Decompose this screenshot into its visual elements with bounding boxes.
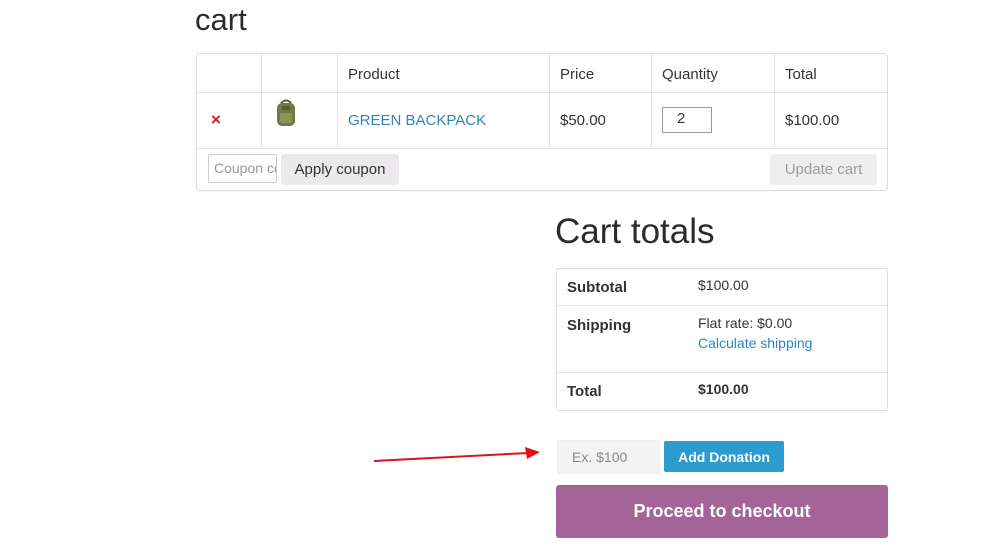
cart-totals-table: Subtotal $100.00 Shipping Flat rate: $0.… [556,268,888,411]
total-value: $100.00 [698,381,749,397]
page-title: cart [195,2,247,37]
red-arrow-icon [373,447,540,462]
donation-amount-input[interactable]: Ex. $100 [557,440,660,474]
quantity-input[interactable]: 2 [662,107,712,133]
header-price: Price [560,66,595,83]
subtotal-value: $100.00 [698,277,749,293]
update-cart-button[interactable]: Update cart [770,154,877,185]
shipping-value: Flat rate: $0.00 [698,315,793,331]
apply-coupon-button[interactable]: Apply coupon [281,154,399,185]
remove-item-icon[interactable]: × [211,111,221,128]
cart-totals-title: Cart totals [555,212,715,251]
header-total: Total [785,66,817,83]
cart-table: Product Price Quantity Total × GREEN BAC… [196,53,888,191]
coupon-input[interactable]: Coupon code [208,154,277,183]
proceed-to-checkout-button[interactable]: Proceed to checkout [556,485,888,538]
calculate-shipping-link[interactable]: Calculate shipping [698,335,812,351]
product-link[interactable]: GREEN BACKPACK [348,112,486,129]
item-total: $100.00 [785,112,840,129]
item-price: $50.00 [560,112,606,129]
header-product: Product [348,66,400,83]
add-donation-button[interactable]: Add Donation [664,441,784,472]
backpack-thumbnail[interactable] [273,98,299,128]
header-quantity: Quantity [662,66,718,83]
subtotal-label: Subtotal [567,279,627,296]
total-label: Total [567,383,602,400]
shipping-label: Shipping [567,317,632,334]
